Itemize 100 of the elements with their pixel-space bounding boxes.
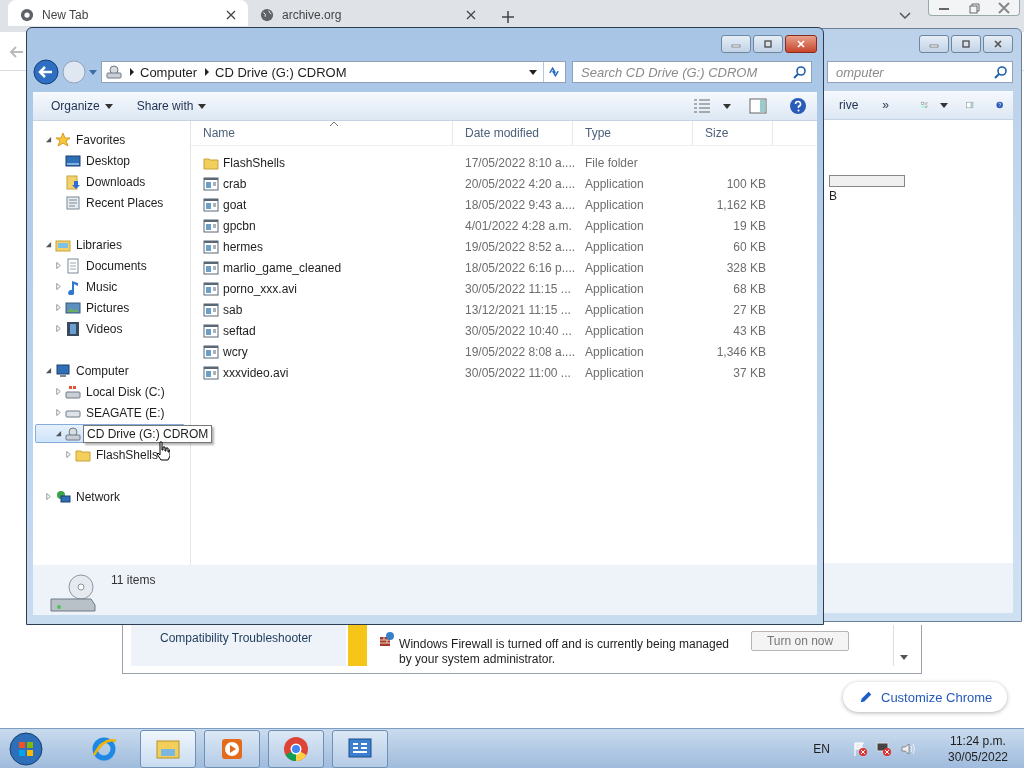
table-cell-text: Application	[584, 344, 645, 359]
address-bar[interactable]: Computer CD Drive (G:) CDROM	[101, 61, 566, 83]
scroll-down-icon[interactable]	[900, 655, 909, 660]
restore-icon[interactable]	[967, 0, 981, 15]
tree-item[interactable]: Computer	[76, 363, 129, 378]
clock-time[interactable]: 11:24 p.m.	[950, 732, 1006, 749]
table-cell: 19 KB	[733, 218, 766, 233]
new-tab-icon[interactable]	[502, 11, 514, 23]
help-icon[interactable]	[789, 97, 807, 115]
turn-on-button[interactable]: Turn on now	[751, 631, 850, 651]
tree-item[interactable]: Downloads	[86, 174, 146, 189]
language-indicator[interactable]: EN	[813, 741, 830, 756]
column-header[interactable]: Size	[693, 121, 773, 145]
music-note-icon	[65, 278, 81, 295]
expanded-arrow-icon[interactable]	[45, 241, 52, 248]
file-name[interactable]: seftad	[223, 323, 256, 338]
caret-icon[interactable]	[529, 69, 537, 75]
maximize-button[interactable]	[951, 35, 981, 53]
expanded-arrow-icon[interactable]	[55, 430, 62, 437]
tree-item[interactable]: Pictures	[86, 300, 130, 315]
more-button[interactable]: »	[876, 98, 904, 112]
search-field[interactable]: omputer	[827, 61, 1013, 83]
application-icon	[203, 175, 219, 192]
file-name[interactable]: marlio_game_cleaned	[223, 260, 342, 275]
table-cell-text: 13/12/2021 11:15 ...	[464, 302, 572, 317]
clock-date[interactable]: 30/05/2022	[947, 748, 1009, 765]
tree-item[interactable]: Libraries	[76, 237, 123, 252]
tree-item[interactable]: Favorites	[76, 132, 126, 147]
browser-tab[interactable]: New Tab	[8, 0, 248, 26]
expanded-arrow-icon[interactable]	[45, 136, 52, 143]
back-button[interactable]	[33, 59, 59, 85]
column-header[interactable]: Type	[573, 121, 693, 145]
column-header[interactable]: Date modified	[453, 121, 573, 145]
network-error-icon[interactable]	[876, 740, 892, 757]
taskbar-button[interactable]	[332, 729, 388, 768]
column-header[interactable]: Name	[191, 121, 453, 145]
circle-logo-icon	[20, 8, 34, 22]
message-text: Windows Firewall is turned off and is currently being managed by your system administrator.	[399, 636, 731, 667]
close-icon	[796, 39, 806, 49]
table-cell: 328 KB	[726, 260, 766, 275]
caret-icon[interactable]	[940, 102, 949, 108]
flag-error-icon[interactable]	[852, 740, 868, 757]
expanded-arrow-icon[interactable]	[45, 367, 52, 374]
tree-item[interactable]: Network	[76, 489, 120, 504]
cd-drive-icon	[65, 425, 81, 442]
customize-chrome-button[interactable]: Customize Chrome	[843, 682, 1007, 712]
tree-item[interactable]: Local Disk (C:)	[86, 384, 165, 399]
tooltip[interactable]: CD Drive (G:) CDROM	[83, 424, 213, 443]
tree-item[interactable]: Videos	[86, 321, 123, 336]
task-link[interactable]: Compatibility Troubleshooter	[160, 631, 347, 645]
file-name[interactable]: hermes	[223, 239, 263, 254]
taskbar-button[interactable]	[204, 729, 260, 768]
table-cell: 100 KB	[726, 176, 766, 191]
file-name[interactable]: xxxvideo.avi	[223, 365, 289, 380]
close-button[interactable]	[983, 35, 1013, 53]
close-icon[interactable]	[226, 10, 236, 20]
table-cell-text: Application	[584, 302, 645, 317]
file-name[interactable]: wcry	[223, 344, 248, 359]
toolbar-menu-button[interactable]: Share with	[130, 99, 221, 113]
table-cell-text: 17/05/2022 8:10 a....	[464, 155, 573, 170]
close-icon[interactable]	[466, 10, 476, 20]
browser-tab[interactable]: archive.org	[248, 0, 488, 26]
table-cell-text: Application	[584, 365, 645, 380]
chevron-down-icon[interactable]	[899, 12, 911, 20]
search-icon[interactable]	[994, 65, 1008, 79]
table-cell-text: 18/05/2022 6:16 p....	[464, 260, 573, 275]
table-cell-text: 18/05/2022 9:43 a....	[464, 197, 573, 212]
caret-icon[interactable]	[723, 103, 731, 109]
table-cell-text: Application	[584, 218, 645, 233]
file-name[interactable]: crab	[223, 176, 247, 191]
file-name[interactable]: gpcbn	[223, 218, 256, 233]
globe-icon	[260, 8, 274, 22]
taskbar-button[interactable]	[140, 729, 196, 768]
file-name[interactable]: porno_xxx.avi	[223, 281, 298, 296]
application-icon	[203, 259, 219, 276]
maximize-button[interactable]	[753, 35, 783, 53]
search-icon[interactable]	[793, 65, 807, 79]
file-name[interactable]: FlashShells	[223, 155, 286, 170]
file-name[interactable]: goat	[223, 197, 247, 212]
preview-pane-icon[interactable]	[749, 98, 767, 114]
table-cell: 68 KB	[733, 281, 766, 296]
start-button[interactable]	[8, 730, 44, 767]
tree-item[interactable]: Documents	[86, 258, 147, 273]
tree-item[interactable]: SEAGATE (E:)	[86, 405, 165, 420]
tree-item[interactable]: FlashShells	[96, 447, 159, 462]
toolbar-item[interactable]: rive	[833, 98, 873, 112]
maximize-icon	[763, 39, 773, 49]
close-button[interactable]	[785, 35, 817, 53]
toolbar-menu-button[interactable]: Organize	[45, 99, 127, 113]
chevron-right-icon[interactable]	[205, 68, 210, 76]
chevron-right-icon[interactable]	[130, 68, 134, 76]
minimize-button[interactable]	[919, 35, 949, 53]
tree-item[interactable]: Recent Places	[86, 195, 164, 210]
search-field[interactable]: Search CD Drive (G:) CDROM	[572, 61, 812, 83]
taskbar-button[interactable]	[268, 729, 324, 768]
application-icon	[203, 196, 219, 213]
file-name[interactable]: sab	[223, 302, 243, 317]
tree-item[interactable]: Music	[86, 279, 118, 294]
minimize-button[interactable]	[721, 35, 751, 53]
tree-item[interactable]: Desktop	[86, 153, 131, 168]
